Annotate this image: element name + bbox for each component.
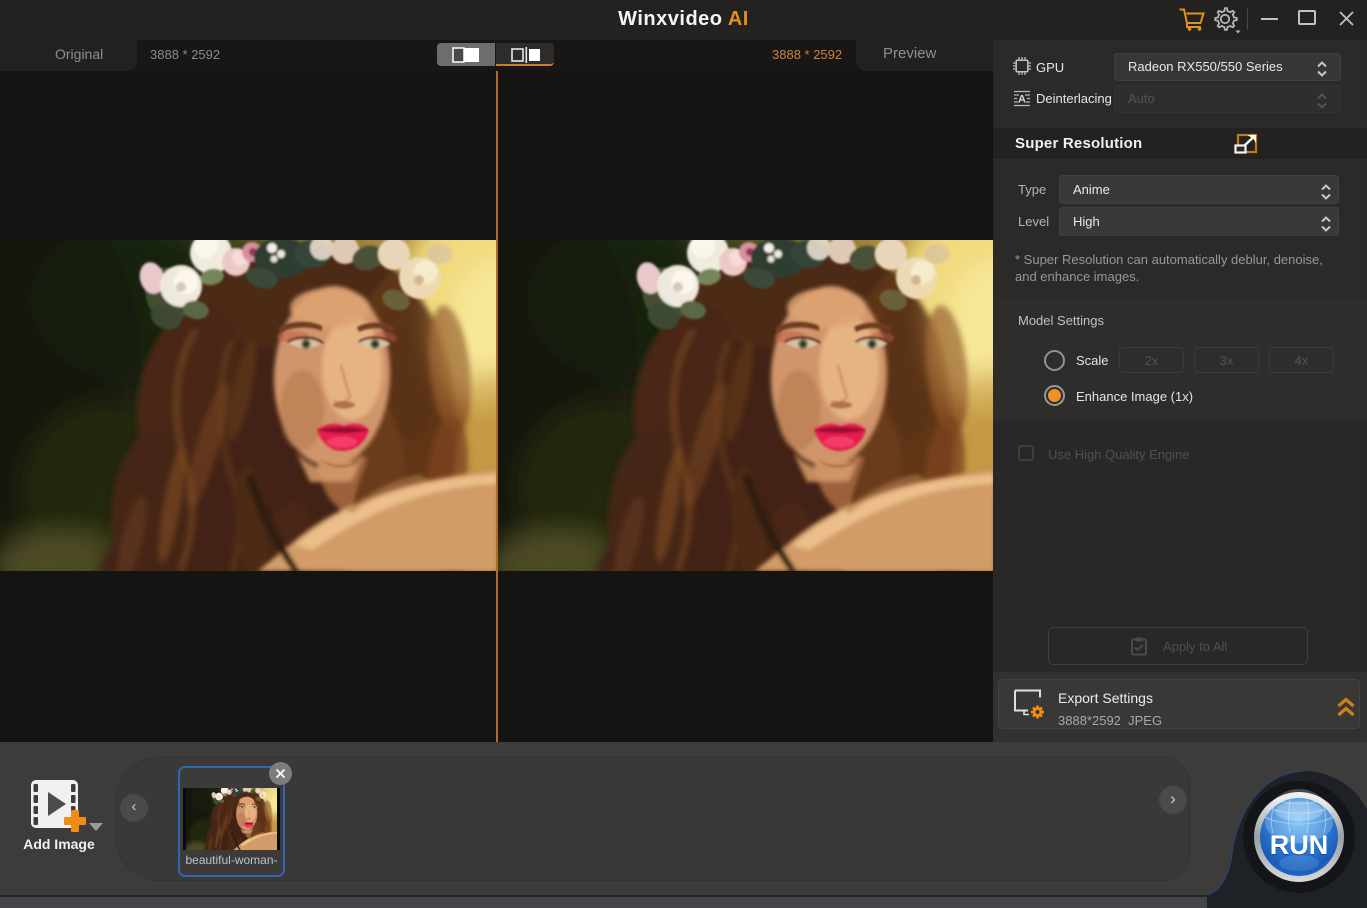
svg-text:RUN: RUN bbox=[1270, 830, 1329, 860]
svg-text:A: A bbox=[1018, 94, 1026, 106]
